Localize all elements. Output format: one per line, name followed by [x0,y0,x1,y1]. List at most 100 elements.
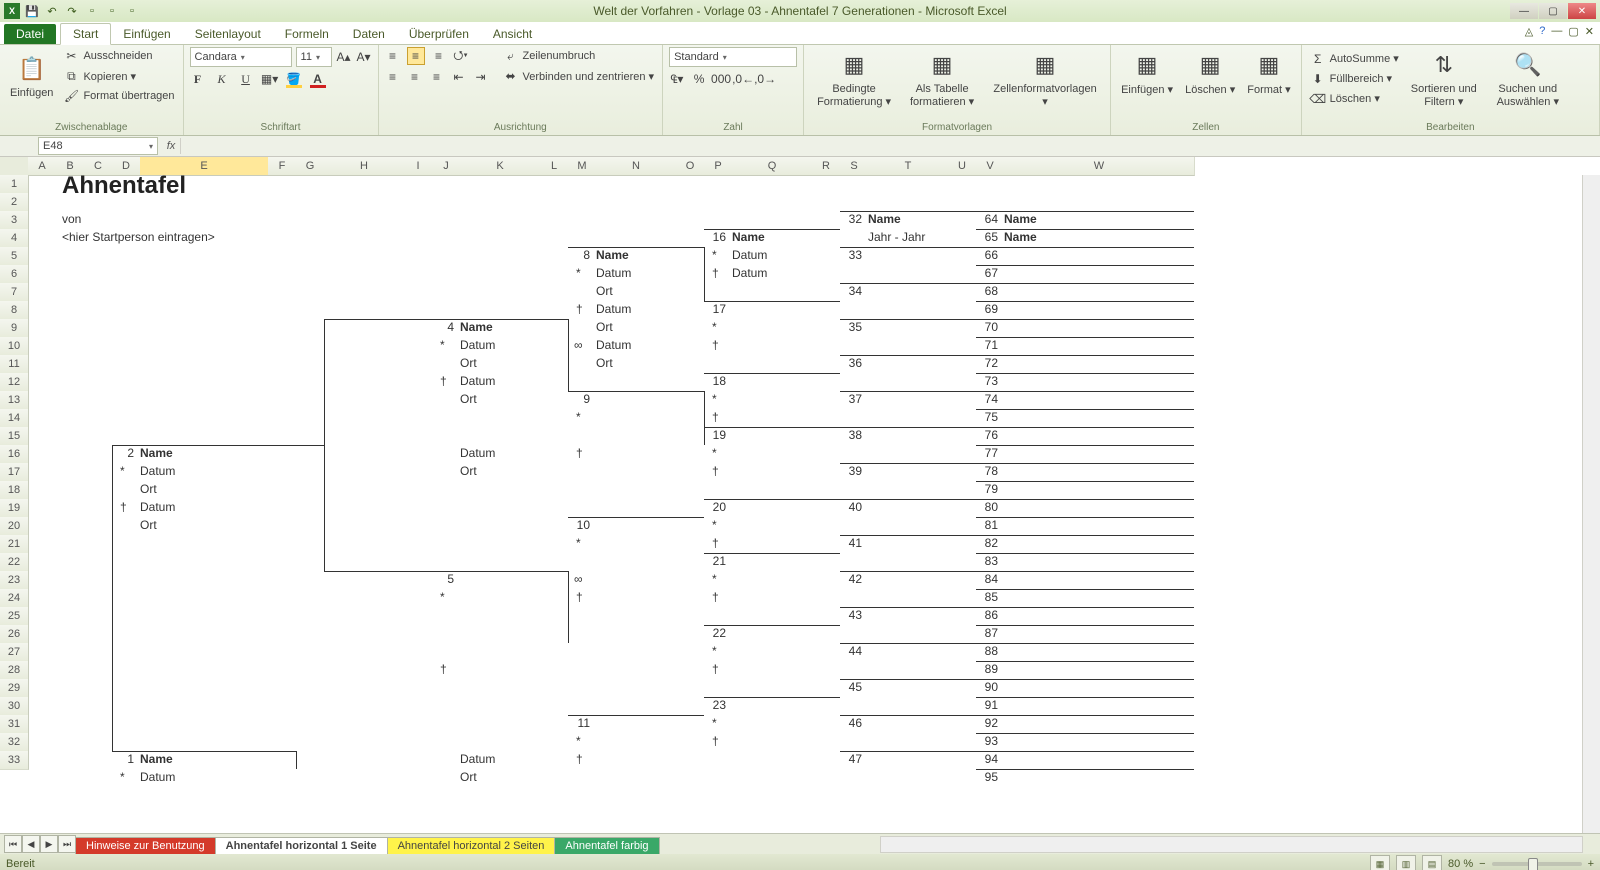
align-top-icon[interactable]: ≡ [385,48,401,64]
delete-cells-button[interactable]: ▦Löschen ▾ [1181,47,1239,98]
row-header[interactable]: 32 [0,733,29,752]
font-name-select[interactable]: Candara▾ [190,47,292,67]
italic-button[interactable]: K [214,71,230,87]
tab-file[interactable]: Datei [4,24,56,44]
row-header[interactable]: 4 [0,229,29,248]
cut-button[interactable]: ✂Ausschneiden [61,47,176,65]
undo-icon[interactable]: ↶ [44,3,60,19]
horizontal-scrollbar[interactable] [880,836,1583,853]
column-header[interactable]: I [404,157,433,176]
worksheet-grid[interactable]: ABCDEFGHIJKLMNOPQRSTUVW12345678910111213… [0,157,1600,833]
grow-font-icon[interactable]: A▴ [336,49,352,65]
font-color-button[interactable]: A [310,71,326,87]
row-header[interactable]: 26 [0,625,29,644]
select-all-corner[interactable] [0,157,29,176]
align-left-icon[interactable]: ≡ [385,69,401,85]
column-header[interactable]: Q [732,157,813,176]
copy-button[interactable]: ⧉Kopieren ▾ [61,67,176,85]
row-header[interactable]: 16 [0,445,29,464]
column-header[interactable]: F [268,157,297,176]
find-select-button[interactable]: 🔍Suchen und Auswählen ▾ [1487,47,1569,110]
thousands-icon[interactable]: 000 [713,71,729,87]
sheet-nav-next[interactable]: ▶ [40,835,58,853]
column-header[interactable]: R [812,157,841,176]
row-header[interactable]: 20 [0,517,29,536]
tab-review[interactable]: Überprüfen [397,24,481,44]
minimize-button[interactable]: — [1510,3,1538,19]
min-window-icon[interactable]: — [1551,25,1562,38]
format-painter-button[interactable]: 🖌Format übertragen [61,87,176,105]
currency-icon[interactable]: ₠▾ [669,71,685,87]
row-header[interactable]: 23 [0,571,29,590]
sheet-tab-color[interactable]: Ahnentafel farbig [554,837,659,854]
column-header[interactable]: M [568,157,597,176]
dec-decimal-icon[interactable]: ,0→ [757,71,773,87]
column-header[interactable]: V [976,157,1005,176]
name-box[interactable]: E48▾ [38,137,158,155]
row-header[interactable]: 11 [0,355,29,374]
align-center-icon[interactable]: ≡ [407,69,423,85]
number-format-select[interactable]: Standard▾ [669,47,797,67]
sheet-tab-h2[interactable]: Ahnentafel horizontal 2 Seiten [387,837,556,854]
column-header[interactable]: T [868,157,949,176]
help-icon[interactable]: ? [1539,25,1545,38]
sort-filter-button[interactable]: ⇅Sortieren und Filtern ▾ [1405,47,1483,110]
row-header[interactable]: 24 [0,589,29,608]
maximize-button[interactable]: ▢ [1539,3,1567,19]
restore-window-icon[interactable]: ▢ [1568,25,1578,38]
bold-button[interactable]: F [190,71,206,87]
row-header[interactable]: 21 [0,535,29,554]
row-header[interactable]: 14 [0,409,29,428]
row-header[interactable]: 8 [0,301,29,320]
align-right-icon[interactable]: ≡ [429,69,445,85]
tab-insert[interactable]: Einfügen [111,24,182,44]
row-header[interactable]: 25 [0,607,29,626]
sheet-tab-hints[interactable]: Hinweise zur Benutzung [75,837,216,854]
view-break-icon[interactable]: ▤ [1422,855,1442,870]
row-header[interactable]: 17 [0,463,29,482]
sheet-tab-h1[interactable]: Ahnentafel horizontal 1 Seite [215,837,388,854]
orientation-icon[interactable]: ⭯▾ [453,48,469,64]
cell-styles-button[interactable]: ▦Zellenformatvorlagen ▾ [986,47,1104,110]
row-header[interactable]: 10 [0,337,29,356]
formula-input[interactable] [180,138,1600,154]
indent-inc-icon[interactable]: ⇥ [473,69,489,85]
shrink-font-icon[interactable]: A▾ [356,49,372,65]
row-header[interactable]: 33 [0,751,29,770]
row-header[interactable]: 19 [0,499,29,518]
new-icon[interactable]: ▫ [84,3,100,19]
clear-button[interactable]: ⌫Löschen ▾ [1308,90,1401,108]
row-header[interactable]: 18 [0,481,29,500]
column-header[interactable]: K [460,157,541,176]
wrap-text-button[interactable]: ⤶Zeilenumbruch [501,47,657,65]
zoom-slider[interactable] [1492,862,1582,866]
percent-icon[interactable]: % [691,71,707,87]
row-header[interactable]: 28 [0,661,29,680]
border-button[interactable]: ▦▾ [262,71,278,87]
print-icon[interactable]: ▫ [124,3,140,19]
fill-color-button[interactable]: 🪣 [286,71,302,87]
sheet-nav-last[interactable]: ⏭ [58,835,76,853]
row-header[interactable]: 9 [0,319,29,338]
column-header[interactable]: W [1004,157,1195,176]
zoom-in-button[interactable]: + [1588,858,1594,870]
column-header[interactable]: A [28,157,57,176]
format-as-table-button[interactable]: ▦Als Tabelle formatieren ▾ [902,47,982,110]
column-header[interactable]: J [432,157,461,176]
conditional-formatting-button[interactable]: ▦Bedingte Formatierung ▾ [810,47,898,110]
row-header[interactable]: 1 [0,175,29,194]
zoom-out-button[interactable]: − [1479,858,1485,870]
underline-button[interactable]: U [238,71,254,87]
column-header[interactable]: P [704,157,733,176]
column-header[interactable]: O [676,157,705,176]
save-icon[interactable]: 💾 [24,3,40,19]
vertical-scrollbar[interactable] [1582,175,1600,833]
close-workbook-icon[interactable]: ✕ [1585,25,1594,38]
sheet-nav-first[interactable]: ⏮ [4,835,22,853]
row-header[interactable]: 30 [0,697,29,716]
align-bottom-icon[interactable]: ≡ [431,48,447,64]
autosum-button[interactable]: ΣAutoSumme ▾ [1308,50,1401,68]
font-size-select[interactable]: 11▾ [296,47,332,67]
row-header[interactable]: 31 [0,715,29,734]
tab-start[interactable]: Start [60,23,111,45]
